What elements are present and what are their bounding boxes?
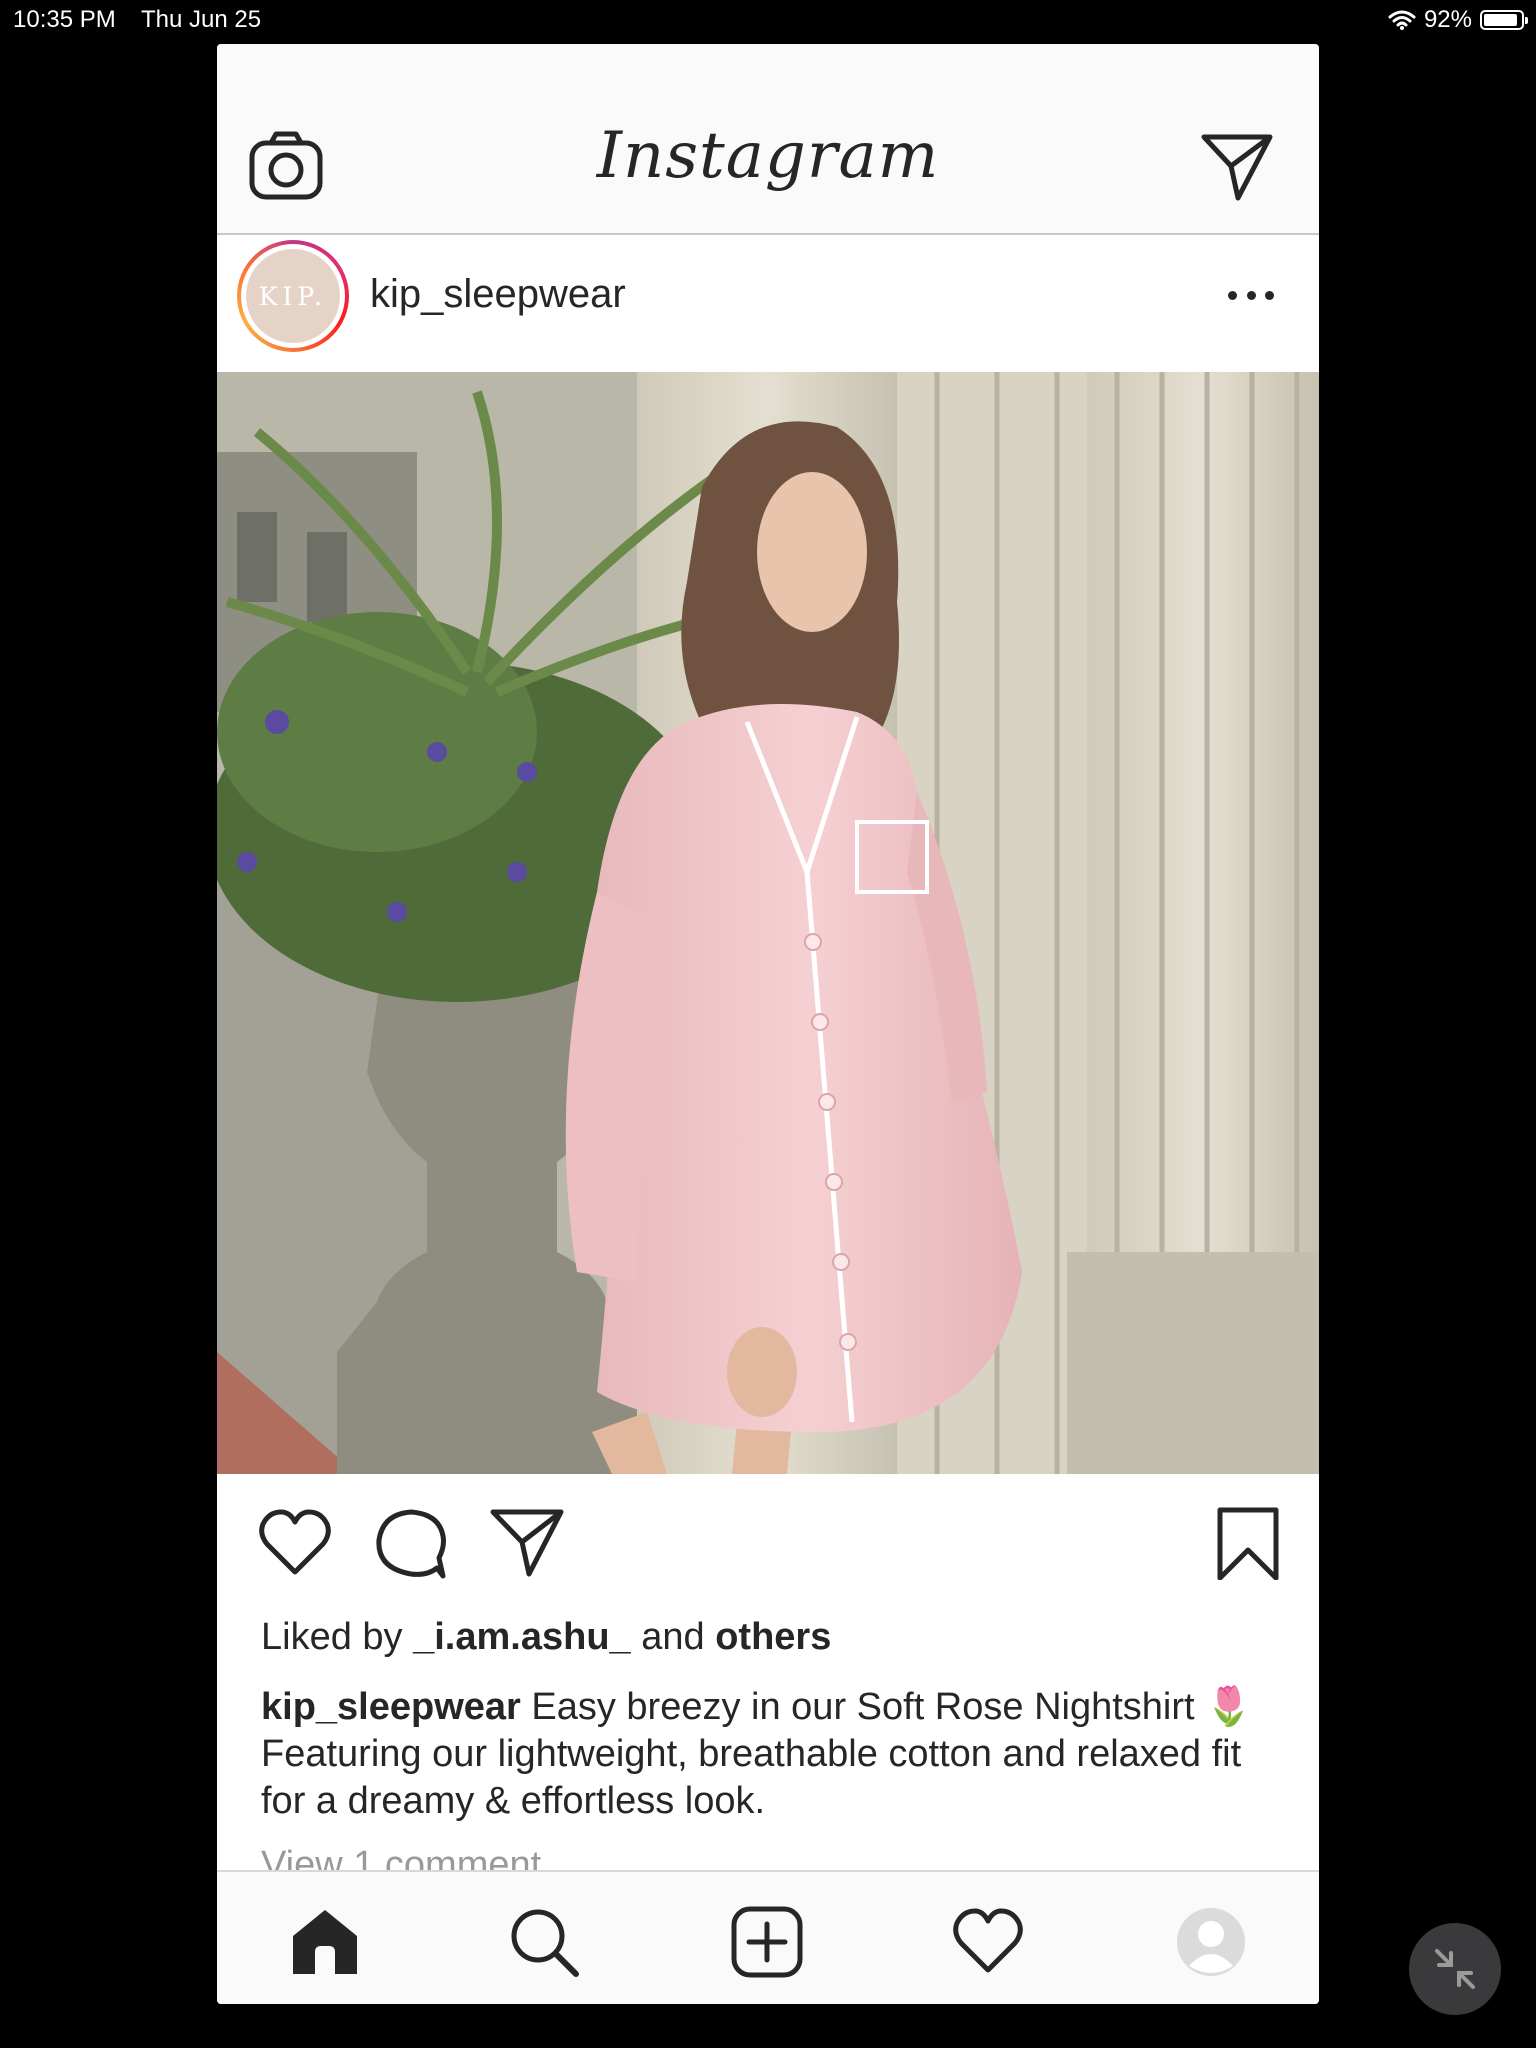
activity-heart-icon[interactable]: [952, 1906, 1024, 1978]
story-ring-gap: KIP.: [241, 244, 345, 348]
ellipsis-icon[interactable]: [1228, 285, 1274, 305]
post-photo[interactable]: [217, 372, 1319, 1474]
share-icon[interactable]: [489, 1506, 565, 1580]
battery-level: [1484, 14, 1518, 26]
caption-username[interactable]: kip_sleepwear: [261, 1686, 521, 1728]
profile-avatar-icon[interactable]: [1175, 1906, 1247, 1978]
building-window: [237, 512, 277, 602]
liked-by-user[interactable]: _i.am.ashu_: [413, 1616, 631, 1658]
dot: [1228, 290, 1237, 300]
status-date: Thu Jun 25: [141, 6, 262, 33]
comment-icon[interactable]: [373, 1506, 449, 1580]
wifi-icon: [1388, 10, 1416, 30]
status-time: 10:35 PM: [13, 6, 116, 33]
instagram-logo: Instagram: [596, 119, 940, 193]
status-right: 92%: [1388, 6, 1528, 34]
likes-prefix: Liked by: [261, 1616, 403, 1658]
likes-connector: and: [641, 1616, 705, 1658]
instagram-app-window: Instagram KIP. kip_sleepwear Liked by _i…: [217, 44, 1319, 2004]
bookmark-icon[interactable]: [1210, 1506, 1286, 1580]
home-icon[interactable]: [289, 1906, 361, 1978]
heart-icon[interactable]: [257, 1506, 333, 1580]
story-ring[interactable]: KIP.: [237, 240, 349, 352]
bottom-tab-bar: [217, 1870, 1319, 2004]
column-base: [1067, 1252, 1319, 1474]
top-bar: Instagram: [217, 44, 1319, 235]
building-window: [307, 532, 347, 622]
collapse-arrows-icon: [1435, 1949, 1475, 1989]
dot: [1246, 290, 1256, 300]
battery-icon: [1480, 10, 1528, 30]
likes-others[interactable]: others: [715, 1616, 831, 1658]
likes-line: Liked by _i.am.ashu_ and others: [261, 1616, 831, 1659]
post-actions: [217, 1474, 1319, 1594]
post-username[interactable]: kip_sleepwear: [370, 272, 626, 317]
exit-fullscreen-button[interactable]: [1409, 1923, 1501, 2015]
post-header: KIP. kip_sleepwear: [217, 235, 1319, 372]
paper-plane-icon[interactable]: [1200, 132, 1274, 202]
post-caption: kip_sleepwear Easy breezy in our Soft Ro…: [261, 1684, 1281, 1825]
add-post-icon[interactable]: [731, 1906, 803, 1978]
face: [757, 472, 867, 632]
search-icon[interactable]: [508, 1906, 580, 1978]
dot: [1265, 290, 1274, 300]
hand: [727, 1327, 797, 1417]
battery-percent: 92%: [1423, 6, 1472, 33]
avatar: KIP.: [246, 249, 340, 343]
status-bar: 10:35 PM Thu Jun 25 92%: [0, 0, 1536, 40]
